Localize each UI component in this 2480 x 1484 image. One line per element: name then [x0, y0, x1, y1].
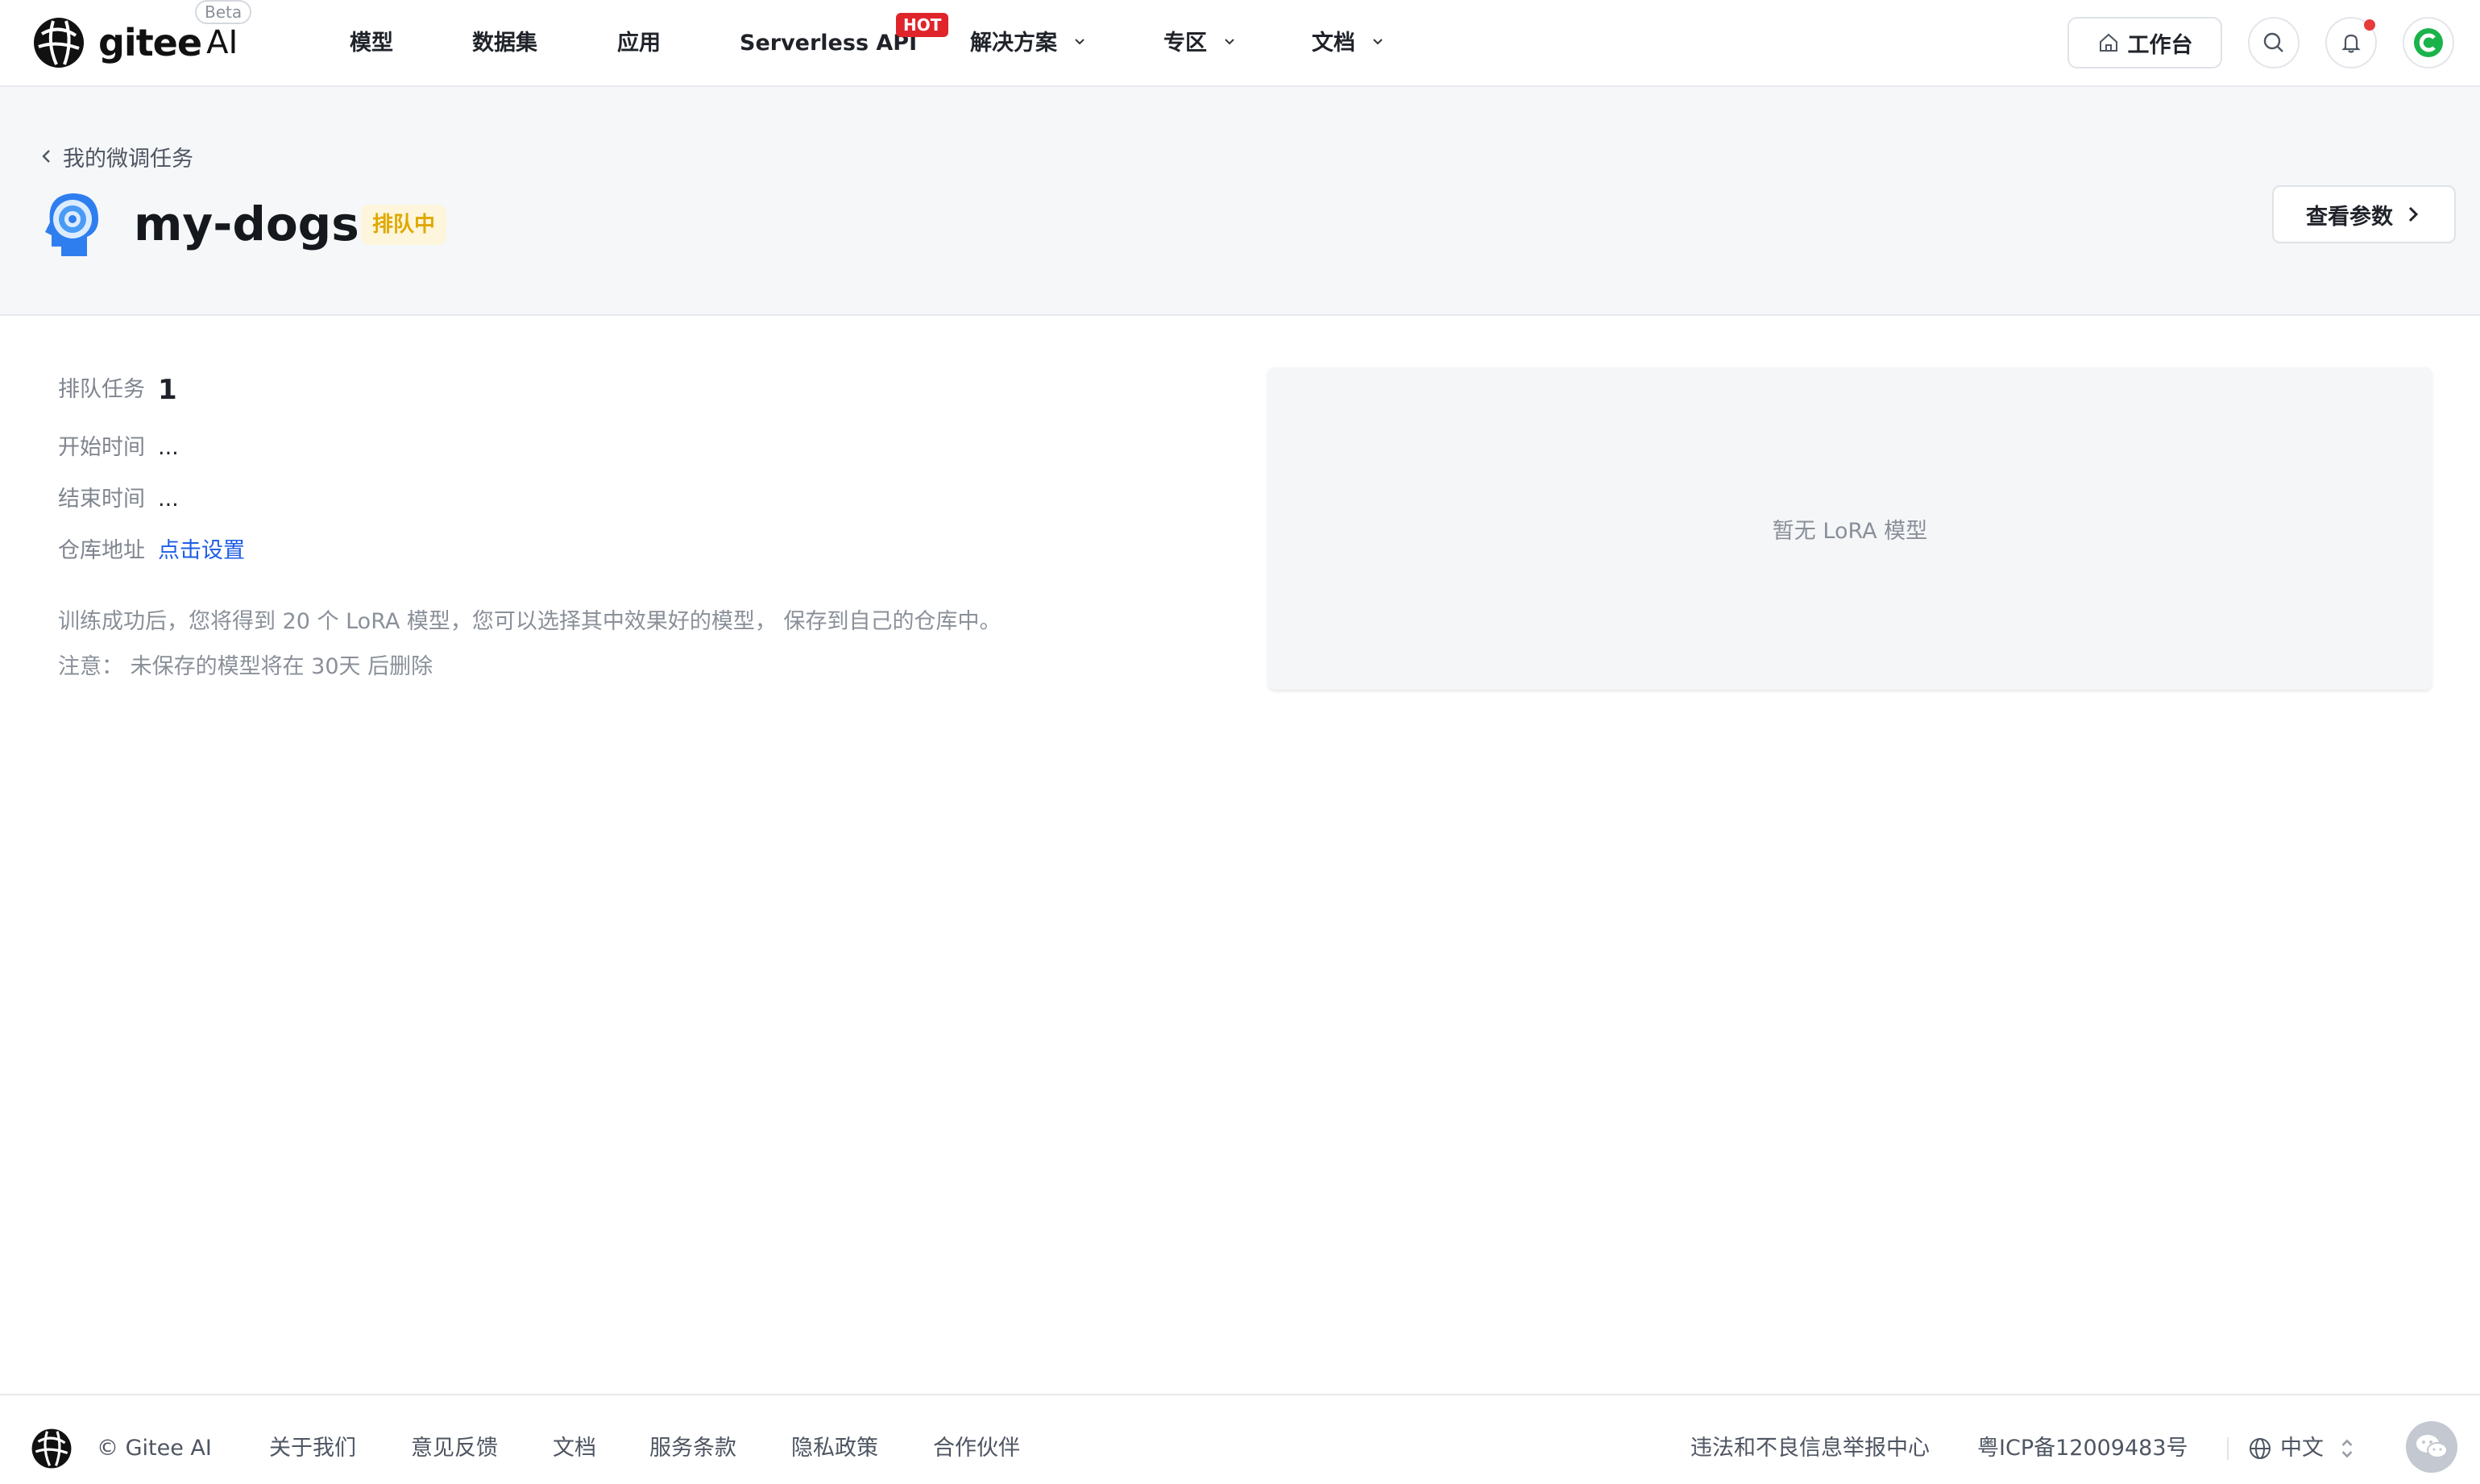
language-selector[interactable]: 中文	[2248, 1432, 2367, 1465]
globe-logo-icon	[34, 18, 84, 68]
start-time-value: ...	[158, 435, 179, 460]
nav-serverless-api-label: Serverless API	[740, 31, 918, 56]
nav-zones[interactable]: 专区	[1163, 27, 1235, 60]
footer-link-docs[interactable]: 文档	[553, 1432, 596, 1465]
lora-models-panel: 暂无 LoRA 模型	[1268, 367, 2432, 690]
deletion-warning: 注意： 未保存的模型将在 30天 后删除	[58, 654, 433, 679]
footer-link-terms[interactable]: 服务条款	[649, 1432, 736, 1465]
footer-link-about[interactable]: 关于我们	[269, 1432, 356, 1465]
end-time-value: ...	[158, 487, 179, 512]
bell-icon	[2341, 34, 2361, 53]
hot-badge: HOT	[896, 13, 949, 37]
chevron-down-icon	[1075, 38, 1085, 44]
task-header	[0, 87, 2480, 316]
breadcrumb[interactable]: 我的微调任务	[39, 140, 193, 172]
globe-logo-icon	[31, 1428, 72, 1469]
footer-link-privacy[interactable]: 隐私政策	[791, 1432, 878, 1465]
queue-label: 排队任务	[58, 377, 145, 402]
nav-solutions-label: 解决方案	[970, 31, 1057, 56]
avatar-c-icon	[2414, 28, 2443, 57]
nav-models-label: 模型	[350, 31, 393, 56]
search-icon	[2263, 32, 2283, 52]
nav-datasets[interactable]: 数据集	[472, 27, 537, 60]
footer-link-partners[interactable]: 合作伙伴	[933, 1432, 1020, 1465]
workbench-button[interactable]: 工作台	[2067, 17, 2222, 68]
nav-apps-label: 应用	[617, 31, 661, 56]
notification-dot	[2364, 19, 2375, 31]
nav-solutions[interactable]: 解决方案	[970, 27, 1085, 60]
chevron-right-icon	[2408, 206, 2419, 222]
end-time-row: 结束时间 ...	[58, 482, 179, 517]
nav-models[interactable]: 模型	[350, 27, 393, 60]
brand-name: gitee	[98, 21, 202, 64]
view-params-button[interactable]: 查看参数	[2272, 185, 2456, 243]
user-avatar[interactable]	[2403, 17, 2454, 68]
nav-apps[interactable]: 应用	[617, 27, 661, 60]
chevron-down-icon	[1373, 38, 1383, 44]
search-button[interactable]	[2248, 17, 2300, 68]
chevron-down-icon	[1225, 38, 1235, 44]
footer: © Gitee AI 关于我们 意见反馈 文档 服务条款 隐私政策 合作伙伴 违…	[0, 1394, 2480, 1484]
start-time-row: 开始时间 ...	[58, 430, 179, 466]
repo-label: 仓库地址	[58, 538, 145, 563]
chevron-left-icon	[42, 150, 50, 163]
lora-empty-text: 暂无 LoRA 模型	[1772, 518, 1928, 544]
end-time-label: 结束时间	[58, 487, 145, 512]
footer-link-feedback[interactable]: 意见反馈	[411, 1432, 498, 1465]
start-time-label: 开始时间	[58, 435, 145, 460]
beta-badge: Beta	[195, 0, 252, 24]
footer-link-icp[interactable]: 粤ICP备12009483号	[1977, 1432, 2188, 1465]
wechat-icon	[2416, 1435, 2448, 1458]
breadcrumb-label: 我的微调任务	[63, 146, 193, 172]
nav-docs[interactable]: 文档	[1312, 27, 1383, 60]
training-note: 训练成功后，您将得到 20 个 LoRA 模型，您可以选择其中效果好的模型， 保…	[58, 609, 1002, 634]
status-badge: 排队中	[361, 205, 447, 245]
sort-updown-icon	[2341, 1439, 2353, 1458]
copyright: © Gitee AI	[97, 1436, 212, 1461]
divider	[2227, 1437, 2229, 1460]
workbench-label: 工作台	[2127, 32, 2193, 58]
wechat-chat-button[interactable]	[2406, 1421, 2457, 1473]
nav-zones-label: 专区	[1163, 31, 1207, 56]
repo-row: 仓库地址 点击设置	[58, 533, 245, 569]
brand-suffix: AI	[206, 24, 238, 61]
nav-docs-label: 文档	[1312, 31, 1355, 56]
nav-datasets-label: 数据集	[472, 31, 537, 56]
page-title: my-dogs	[134, 197, 359, 251]
queue-row: 排队任务 1	[58, 372, 177, 408]
globe-icon	[2250, 1438, 2271, 1459]
language-label: 中文	[2280, 1436, 2324, 1461]
fine-tune-task-icon	[45, 193, 98, 256]
queue-value: 1	[158, 374, 177, 406]
top-navigation: gitee AI Beta 模型 数据集 应用 Serverless API H…	[0, 0, 2480, 87]
home-icon	[2099, 33, 2117, 52]
nav-serverless-api[interactable]: Serverless API	[740, 27, 917, 60]
repo-set-link[interactable]: 点击设置	[158, 533, 245, 569]
view-params-label: 查看参数	[2306, 204, 2393, 230]
footer-link-report[interactable]: 违法和不良信息举报中心	[1690, 1432, 1930, 1465]
